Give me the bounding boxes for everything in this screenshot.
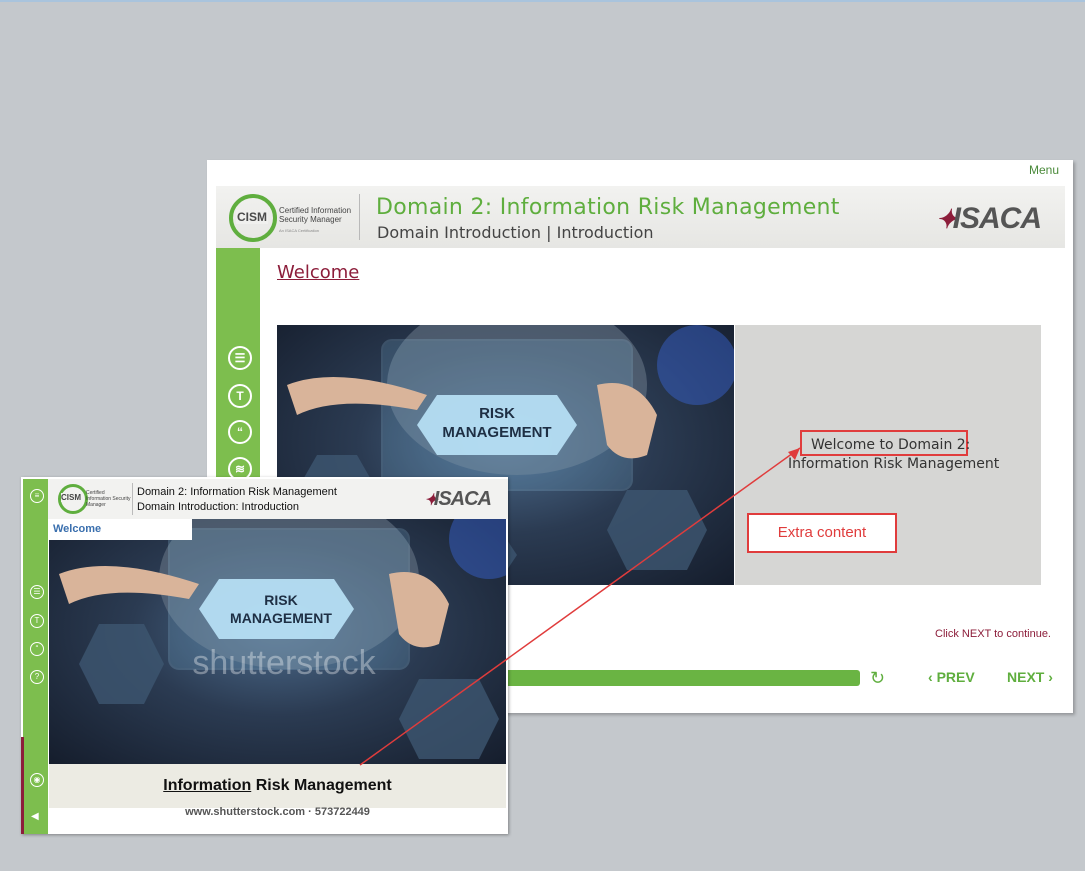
welcome-line-1: Welcome to Domain 2: bbox=[811, 437, 971, 453]
cism-logo-tagline: An ISACA Certification bbox=[279, 228, 320, 233]
header-divider bbox=[359, 194, 360, 240]
inset-menu-icon[interactable]: ≡ bbox=[30, 489, 44, 503]
inset-caption: Information Risk Management bbox=[49, 764, 506, 808]
inset-notes-icon[interactable]: ☰ bbox=[30, 585, 44, 599]
prev-button[interactable]: ‹ PREV bbox=[928, 669, 975, 685]
top-border bbox=[0, 0, 1085, 2]
inset-management-text: MANAGEMENT bbox=[230, 610, 332, 626]
inset-caption-underlined: Information bbox=[163, 777, 252, 794]
inset-risk-image: RISK MANAGEMENT shutterstock bbox=[49, 519, 506, 764]
inset-audio-icon[interactable]: ◀ bbox=[31, 811, 39, 822]
inset-red-accent bbox=[21, 737, 24, 834]
next-label: NEXT bbox=[1007, 669, 1045, 685]
inset-welcome-label: Welcome bbox=[48, 519, 192, 540]
course-subtitle: Domain Introduction | Introduction bbox=[377, 223, 654, 242]
inset-help-icon[interactable]: ? bbox=[30, 670, 44, 684]
side-toolbar: ☰ T “ ≋ bbox=[216, 248, 260, 508]
inset-isaca-text: ISACA bbox=[433, 488, 492, 510]
inset-image-art: RISK MANAGEMENT shutterstock bbox=[59, 519, 506, 759]
cism-logo-text: CISM bbox=[236, 210, 268, 224]
prev-label: PREV bbox=[936, 669, 975, 685]
notes-icon[interactable]: ☰ bbox=[228, 346, 252, 370]
reload-icon[interactable]: ↻ bbox=[870, 668, 885, 689]
menu-link[interactable]: Menu bbox=[1029, 163, 1059, 177]
risk-text: RISK bbox=[479, 405, 515, 422]
inset-risk-text: RISK bbox=[264, 592, 297, 608]
chevron-right-icon: › bbox=[1044, 669, 1053, 685]
inset-side-toolbar: ≡ ☰ T “ ? ◉ ◀ bbox=[23, 479, 48, 834]
inset-isaca-logo: ✦ISACA bbox=[424, 488, 492, 511]
shutterstock-watermark: shutterstock bbox=[192, 644, 376, 682]
inset-cism-subtitle: Certified Information Security Manager bbox=[86, 490, 131, 508]
course-header: CISM Certified Information Security Mana… bbox=[216, 186, 1065, 248]
next-button[interactable]: NEXT › bbox=[1007, 669, 1053, 685]
extra-content-box: Extra content bbox=[747, 513, 897, 553]
progress-bar bbox=[503, 670, 860, 686]
inset-header-divider bbox=[132, 483, 133, 515]
inset-header: CISM Certified Information Security Mana… bbox=[48, 479, 508, 519]
isaca-logo: ✦ISACA bbox=[936, 202, 1042, 236]
inset-caption-rest: Risk Management bbox=[251, 777, 392, 794]
inset-quote-icon[interactable]: “ bbox=[30, 642, 44, 656]
course-title: Domain 2: Information Risk Management bbox=[376, 195, 840, 220]
welcome-line-2: Information Risk Management bbox=[788, 456, 1000, 472]
inset-transcript-icon[interactable]: T bbox=[30, 614, 44, 628]
inset-footer-credit: www.shutterstock.com · 573722449 bbox=[185, 806, 370, 818]
click-next-hint: Click NEXT to continue. bbox=[935, 628, 1051, 640]
page-heading: Welcome bbox=[277, 262, 360, 283]
chevron-left-icon: ‹ bbox=[928, 669, 937, 685]
inset-title-line-1: Domain 2: Information Risk Management bbox=[137, 486, 337, 498]
management-text: MANAGEMENT bbox=[442, 424, 551, 441]
quote-icon[interactable]: “ bbox=[228, 420, 252, 444]
inset-chat-icon[interactable]: ◉ bbox=[30, 773, 44, 787]
isaca-logo-text: ISACA bbox=[952, 202, 1042, 235]
inset-preview-window: ≡ ☰ T “ ? ◉ ◀ CISM Certified Information… bbox=[21, 477, 508, 834]
inset-title-line-2: Domain Introduction: Introduction bbox=[137, 501, 300, 513]
inset-cism-text: CISM bbox=[61, 493, 81, 502]
cism-logo-subtitle: Certified Information Security Manager bbox=[279, 206, 352, 224]
transcript-icon[interactable]: T bbox=[228, 384, 252, 408]
